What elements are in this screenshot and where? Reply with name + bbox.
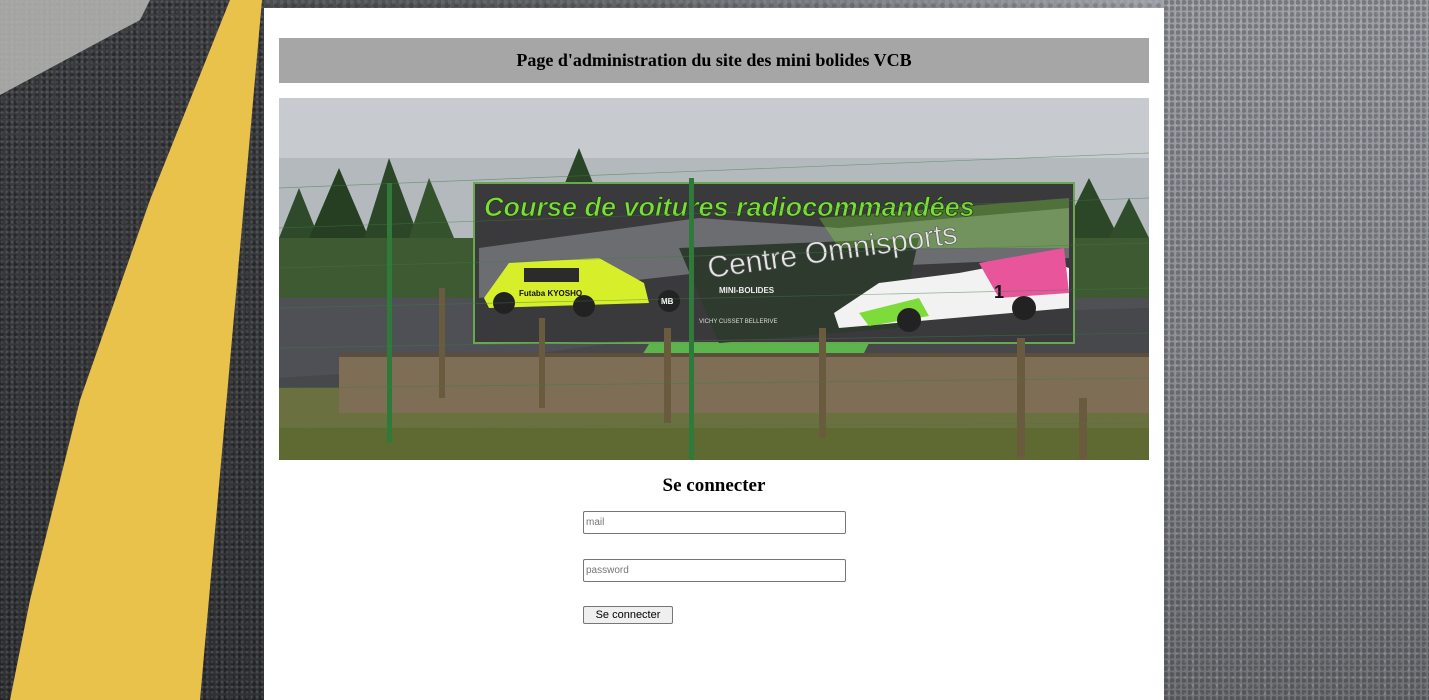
- mail-input[interactable]: [583, 511, 846, 534]
- car-number: 1: [994, 282, 1004, 302]
- asphalt-right: [1164, 0, 1429, 700]
- car-sponsor: Futaba KYOSHO: [519, 289, 582, 298]
- page-title: Page d'administration du site des mini b…: [516, 50, 912, 70]
- title-bar: Page d'administration du site des mini b…: [279, 38, 1149, 83]
- password-input[interactable]: [583, 559, 846, 582]
- main-panel: Page d'administration du site des mini b…: [264, 8, 1164, 700]
- login-button[interactable]: Se connecter: [583, 606, 673, 624]
- road-yellow-line: [0, 0, 262, 700]
- banner-headline: Course de voitures radiocommandées: [484, 192, 975, 222]
- logo-badge: MB: [661, 297, 674, 306]
- logo-text: MINI-BOLIDES: [719, 286, 775, 295]
- logo-sub: VICHY CUSSET BELLERIVE: [699, 319, 777, 325]
- login-title: Se connecter: [662, 475, 766, 496]
- banner-image: Course de voitures radiocommandées Centr…: [279, 98, 1149, 460]
